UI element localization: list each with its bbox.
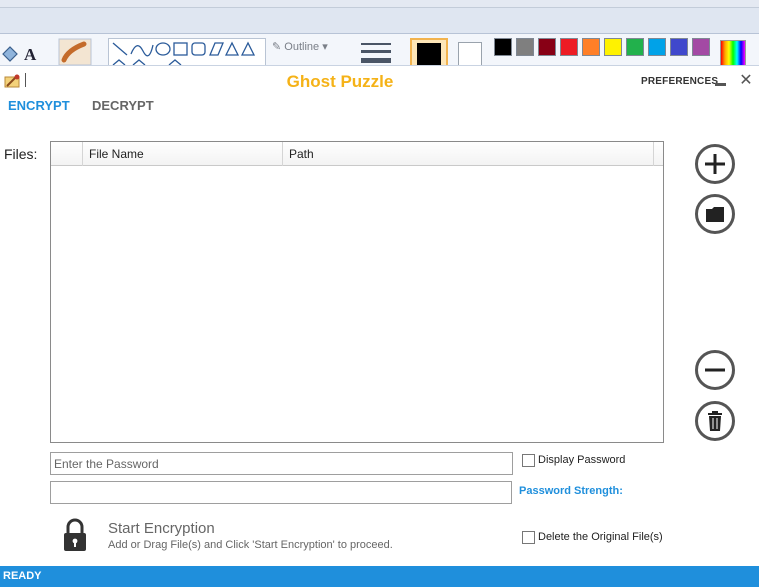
trash-icon [708,411,722,431]
files-table-header: File Name Path [51,142,663,166]
start-encryption-button[interactable]: Start Encryption [108,520,215,537]
palette-swatch[interactable] [560,38,578,56]
tab-decrypt[interactable]: DECRYPT [92,98,154,113]
chevron-down-icon: ▾ [322,41,328,53]
column-header-select[interactable] [51,142,83,166]
palette-swatch[interactable] [670,38,688,56]
color1-selector[interactable] [410,38,448,65]
password-input[interactable] [50,452,513,475]
palette-swatch[interactable] [626,38,644,56]
background-app-ribbon: A ✎ Outline ▾ [0,0,759,66]
fill-icon[interactable] [0,44,22,64]
size-icon[interactable] [360,42,392,66]
edit-colors-icon[interactable] [720,40,746,65]
files-label: Files: [4,146,38,162]
svg-text:A: A [24,45,37,64]
display-password-label[interactable]: Display Password [538,454,625,466]
remove-file-button[interactable] [695,350,735,390]
display-password-checkbox[interactable] [522,454,535,467]
palette-swatch[interactable] [538,38,556,56]
folder-icon [706,207,724,222]
app-window: Ghost Puzzle PREFERENCES ✕ ENCRYPT DECRY… [0,66,759,587]
shapes-gallery[interactable] [108,38,266,65]
add-file-button[interactable] [695,144,735,184]
tab-encrypt[interactable]: ENCRYPT [8,98,70,113]
palette-swatch[interactable] [582,38,600,56]
lock-icon[interactable] [62,518,88,552]
background-tabs-row [0,8,759,34]
password-strength-label: Password Strength: [519,485,623,497]
delete-original-label[interactable]: Delete the Original File(s) [538,531,663,543]
column-header-path[interactable]: Path [282,142,654,166]
palette-swatch[interactable] [604,38,622,56]
close-icon[interactable]: ✕ [739,73,753,89]
title-bar: Ghost Puzzle PREFERENCES ✕ [0,66,759,98]
start-encryption-hint: Add or Drag File(s) and Click 'Start Enc… [108,539,393,551]
background-title-strip [0,0,759,8]
app-title: Ghost Puzzle [286,72,394,91]
text-tool-icon[interactable]: A [22,44,40,64]
status-bar: READY [0,566,759,587]
color2-selector[interactable] [458,42,482,65]
files-table[interactable]: File Name Path [50,141,664,443]
status-text: READY [3,570,42,582]
plus-icon [705,154,725,174]
outline-label: Outline [284,41,320,53]
outline-pencil-icon: ✎ [272,41,282,53]
password-confirm-input[interactable] [50,481,512,504]
palette-swatch[interactable] [516,38,534,56]
minus-icon [705,368,725,372]
preferences-button[interactable]: PREFERENCES [641,76,718,87]
add-folder-button[interactable] [695,194,735,234]
clear-list-button[interactable] [695,401,735,441]
outline-dropdown[interactable]: ✎ Outline ▾ [272,40,328,53]
shapes-icon [112,41,256,65]
palette-swatch[interactable] [494,38,512,56]
column-header-filler [653,142,663,166]
delete-original-checkbox[interactable] [522,531,535,544]
palette-swatch[interactable] [648,38,666,56]
palette-swatch[interactable] [692,38,710,56]
column-header-file-name[interactable]: File Name [82,142,283,166]
minimize-icon[interactable] [714,76,728,88]
brush-icon[interactable] [58,38,92,66]
